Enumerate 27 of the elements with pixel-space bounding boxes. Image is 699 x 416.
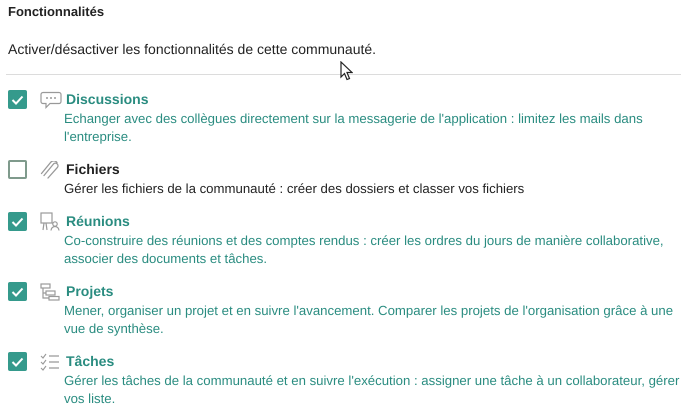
feature-title: Discussions (66, 90, 148, 109)
paperclip-icon (40, 160, 60, 178)
cursor-icon (340, 61, 353, 81)
feature-description: Gérer les fichiers de la communauté : créer des dossiers et classer vos fichiers (64, 180, 524, 198)
checkbox[interactable] (8, 352, 27, 371)
checkbox[interactable] (8, 90, 27, 109)
hierarchy-icon (40, 282, 60, 300)
feature-title: Projets (66, 282, 114, 301)
feature-description: Gérer les tâches de la communauté et en suivre l'exécution : assigner une tâche à un collaborateur, gérer vos liste. (64, 372, 680, 408)
feature-description: Echanger avec des collègues directement sur la messagerie de l'application : limitez les mails dans l'entreprise. (64, 110, 644, 146)
feature-title: Tâches (66, 352, 114, 371)
feature-description: Mener, organiser un projet et en suivre l'avancement. Comparer les projets de l'organisation grâce à une vue de synthèse. (64, 302, 674, 338)
checkmark-icon (11, 94, 24, 104)
section-heading: Fonctionnalités (8, 3, 106, 20)
feature-title: Réunions (66, 212, 130, 231)
speech-bubble-icon (40, 90, 62, 108)
checkbox[interactable] (8, 160, 27, 179)
presentation-board-icon (40, 212, 60, 231)
checklist-icon (40, 352, 60, 370)
checkmark-icon (11, 286, 24, 296)
checkbox[interactable] (8, 282, 27, 301)
feature-description: Co-construire des réunions et des comptes rendus : créer les ordres du jours de manière collaborative, associer des documents et tâches. (64, 232, 665, 268)
checkmark-icon (11, 356, 24, 366)
checkmark-icon (11, 216, 24, 226)
checkbox[interactable] (8, 212, 27, 231)
section-description: Activer/désactiver les fonctionnalités de cette communauté. (8, 40, 378, 58)
feature-title: Fichiers (66, 160, 120, 179)
